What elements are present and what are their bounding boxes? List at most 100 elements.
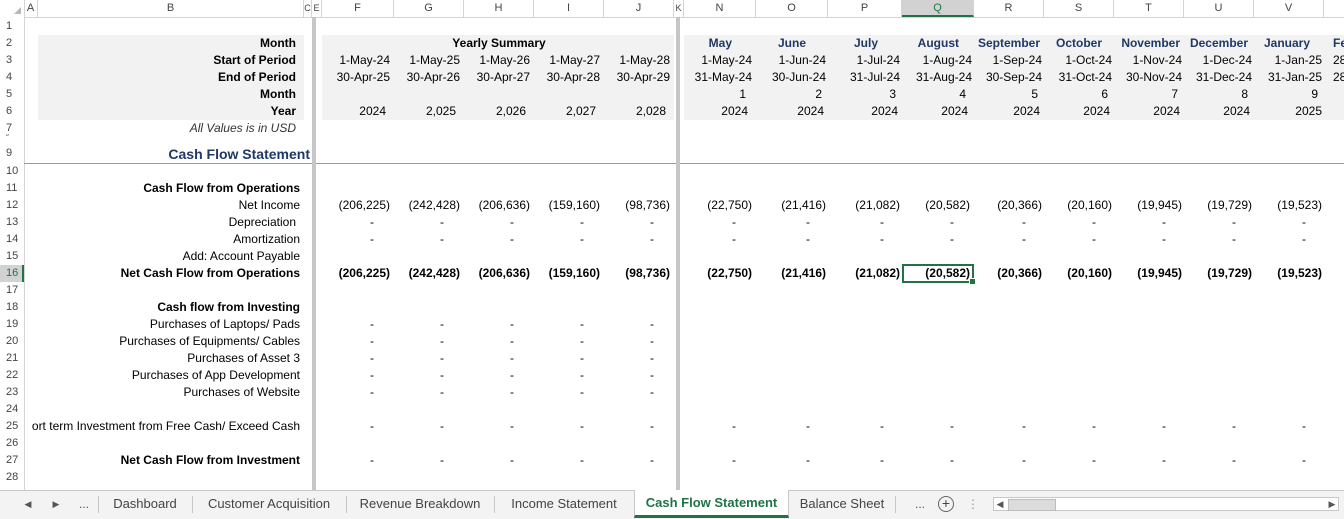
depreciation-yearly[interactable]: - <box>394 214 444 231</box>
amortization-monthly[interactable]: - <box>974 231 1026 248</box>
short-term-monthly[interactable]: - <box>756 418 810 435</box>
row-header[interactable]: 7 <box>0 120 24 134</box>
month-name[interactable]: July <box>828 35 878 52</box>
col-header-h[interactable]: H <box>464 0 534 17</box>
month-end[interactable]: 28 <box>1333 69 1344 86</box>
amortization-yearly[interactable]: - <box>464 231 514 248</box>
month-start[interactable]: 1-Sep-24 <box>974 52 1042 69</box>
options-dots-icon[interactable]: ⋮ <box>966 491 980 518</box>
net-cfi-yearly[interactable]: - <box>534 452 584 469</box>
net-income-monthly[interactable]: (20,366) <box>974 197 1042 214</box>
yearly-year[interactable]: 2,025 <box>394 103 456 120</box>
amortization-monthly[interactable]: - <box>1184 231 1236 248</box>
month-number[interactable]: 4 <box>902 86 966 103</box>
row-header[interactable]: 4 <box>0 69 24 86</box>
net-cfo-yearly[interactable]: (206,225) <box>322 265 390 282</box>
col-header-i[interactable]: I <box>534 0 604 17</box>
yearly-start[interactable]: 1-May-26 <box>464 52 530 69</box>
amortization-yearly[interactable]: - <box>604 231 654 248</box>
next-sheet-icon[interactable]: ▶ <box>46 491 66 518</box>
depreciation-monthly[interactable]: - <box>1254 214 1306 231</box>
short-term-monthly[interactable]: - <box>684 418 736 435</box>
net-cfi-monthly[interactable]: - <box>828 452 884 469</box>
amortization-monthly[interactable]: - <box>684 231 736 248</box>
short-term-yearly[interactable]: - <box>534 418 584 435</box>
month-start[interactable]: 1-Aug-24 <box>902 52 972 69</box>
yearly-end[interactable]: 30-Apr-27 <box>464 69 530 86</box>
laptops-yearly[interactable]: - <box>322 316 374 333</box>
row-header[interactable]: 6 <box>0 103 24 120</box>
month-number[interactable]: 6 <box>1044 86 1108 103</box>
amortization-yearly[interactable]: - <box>322 231 374 248</box>
depreciation-monthly[interactable]: - <box>1114 214 1166 231</box>
tab-cash-flow-statement[interactable]: Cash Flow Statement <box>634 490 789 518</box>
yearly-year[interactable]: 2,026 <box>464 103 526 120</box>
col-header-t[interactable]: T <box>1114 0 1184 17</box>
row-header[interactable]: 1 <box>0 17 24 35</box>
month-number[interactable]: 3 <box>828 86 896 103</box>
month-name[interactable]: January <box>1254 35 1310 52</box>
laptops-yearly[interactable]: - <box>394 316 444 333</box>
net-cfo-monthly[interactable]: (20,160) <box>1044 265 1112 282</box>
net-cfi-monthly[interactable]: - <box>684 452 736 469</box>
net-cfi-monthly[interactable]: - <box>974 452 1026 469</box>
amortization-monthly[interactable]: - <box>1114 231 1166 248</box>
row-header[interactable]: 9 <box>0 137 24 162</box>
net-income-monthly[interactable]: (19,945) <box>1114 197 1182 214</box>
net-cfo-monthly[interactable]: (20,366) <box>974 265 1042 282</box>
month-number[interactable]: 5 <box>974 86 1038 103</box>
depreciation-yearly[interactable]: - <box>534 214 584 231</box>
spreadsheet-grid[interactable]: A B C E F G H I J K N O P Q R S T U V 1 … <box>0 0 1344 490</box>
row-header[interactable]: 5 <box>0 86 24 103</box>
amortization-monthly[interactable]: - <box>1044 231 1096 248</box>
net-income-monthly[interactable]: (20,160) <box>1044 197 1112 214</box>
net-income-monthly[interactable]: (19,523) <box>1254 197 1322 214</box>
net-income-monthly[interactable]: (21,416) <box>756 197 826 214</box>
net-income-monthly[interactable]: (22,750) <box>684 197 752 214</box>
month-end[interactable]: 31-Dec-24 <box>1184 69 1252 86</box>
short-term-yearly[interactable]: - <box>464 418 514 435</box>
row-header[interactable]: 17 <box>0 282 24 299</box>
depreciation-monthly[interactable]: - <box>1184 214 1236 231</box>
month-end[interactable]: 31-Aug-24 <box>902 69 972 86</box>
asset3-yearly[interactable]: - <box>322 350 374 367</box>
depreciation-yearly[interactable]: - <box>604 214 654 231</box>
amortization-yearly[interactable]: - <box>534 231 584 248</box>
tab-customer-acquisition[interactable]: Customer Acquisition <box>193 491 345 518</box>
net-cfo-monthly[interactable]: (21,082) <box>828 265 900 282</box>
yearly-end[interactable]: 30-Apr-29 <box>604 69 670 86</box>
net-cfo-monthly[interactable]: (22,750) <box>684 265 752 282</box>
tab-balance-sheet[interactable]: Balance Sheet <box>790 491 894 518</box>
asset3-yearly[interactable]: - <box>534 350 584 367</box>
yearly-end[interactable]: 30-Apr-26 <box>394 69 460 86</box>
net-cfo-yearly[interactable]: (206,636) <box>464 265 530 282</box>
add-sheet-icon[interactable]: + <box>938 496 954 512</box>
row-header[interactable]: 11 <box>0 180 24 197</box>
col-header-u[interactable]: U <box>1184 0 1254 17</box>
month-number[interactable]: 9 <box>1254 86 1318 103</box>
month-name[interactable]: June <box>756 35 806 52</box>
yearly-end[interactable]: 30-Apr-28 <box>534 69 600 86</box>
month-name[interactable]: August <box>902 35 959 52</box>
net-cfi-monthly[interactable]: - <box>1184 452 1236 469</box>
scroll-right-icon[interactable]: ▶ <box>1326 498 1338 510</box>
month-end[interactable]: 30-Sep-24 <box>974 69 1042 86</box>
net-cfi-monthly[interactable]: - <box>1044 452 1096 469</box>
row-header[interactable]: 10 <box>0 162 24 180</box>
yearly-start[interactable]: 1-May-24 <box>322 52 390 69</box>
month-name[interactable]: May <box>684 35 732 52</box>
col-header-p[interactable]: P <box>828 0 902 17</box>
col-header-b[interactable]: B <box>38 0 304 17</box>
net-cfo-monthly[interactable]: (19,729) <box>1184 265 1252 282</box>
short-term-monthly[interactable]: - <box>1184 418 1236 435</box>
net-cfo-monthly[interactable]: (21,416) <box>756 265 826 282</box>
website-yearly[interactable]: - <box>464 384 514 401</box>
row-header[interactable]: 20 <box>0 333 24 350</box>
month-year[interactable]: 2024 <box>684 103 748 120</box>
month-year[interactable]: 2024 <box>1114 103 1180 120</box>
yearly-start[interactable]: 1-May-27 <box>534 52 600 69</box>
depreciation-monthly[interactable]: - <box>828 214 884 231</box>
col-header-o[interactable]: O <box>756 0 828 17</box>
col-header-r[interactable]: R <box>974 0 1044 17</box>
net-income-monthly[interactable]: (19,729) <box>1184 197 1252 214</box>
